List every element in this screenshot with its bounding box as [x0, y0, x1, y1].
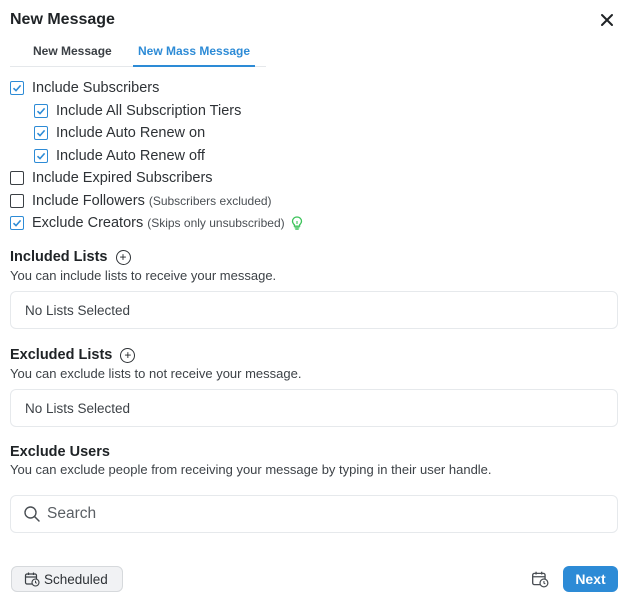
included-lists-empty-text: No Lists Selected — [25, 302, 131, 318]
active-tab-indicator — [133, 65, 255, 67]
next-button[interactable]: Next — [563, 566, 618, 592]
option-auto-renew-off[interactable]: Include Auto Renew off — [34, 148, 205, 164]
expired-subscribers-label: Include Expired Subscribers — [32, 170, 213, 186]
exclude-creators-checkbox[interactable] — [10, 216, 24, 230]
expired-subscribers-checkbox[interactable] — [10, 171, 24, 185]
calendar-clock-icon — [24, 572, 40, 587]
check-icon — [36, 129, 46, 137]
option-auto-renew-on[interactable]: Include Auto Renew on — [34, 125, 205, 141]
included-lists-box[interactable]: No Lists Selected — [10, 291, 618, 329]
add-excluded-list-button[interactable]: + — [120, 347, 136, 363]
excluded-lists-heading: Excluded Lists + — [10, 347, 136, 363]
option-include-subscribers[interactable]: Include Subscribers — [10, 80, 159, 96]
exclude-creators-label: Exclude Creators — [32, 215, 144, 231]
included-lists-heading: Included Lists + — [10, 249, 131, 265]
include-subscribers-label: Include Subscribers — [32, 80, 160, 96]
add-included-list-button[interactable]: + — [115, 249, 131, 265]
included-lists-title: Included Lists — [10, 249, 108, 265]
auto-renew-on-label: Include Auto Renew on — [56, 125, 206, 141]
message-tabs: New Message New Mass Message — [10, 40, 266, 67]
excluded-lists-box[interactable]: No Lists Selected — [10, 389, 618, 427]
all-tiers-label: Include All Subscription Tiers — [56, 103, 242, 119]
exclude-users-search[interactable] — [10, 495, 618, 533]
exclude-users-title: Exclude Users — [10, 444, 110, 460]
exclude-users-description: You can exclude people from receiving yo… — [10, 462, 492, 477]
option-expired-subscribers[interactable]: Include Expired Subscribers — [10, 170, 213, 186]
check-icon — [12, 219, 22, 227]
check-icon — [12, 84, 22, 92]
option-exclude-creators[interactable]: Exclude Creators (Skips only unsubscribe… — [10, 215, 303, 231]
scheduled-button[interactable]: Scheduled — [11, 566, 123, 592]
dialog-title: New Message — [10, 11, 115, 28]
tab-new-mass-message[interactable]: New Mass Message — [138, 44, 250, 58]
followers-note: (Subscribers excluded) — [148, 194, 272, 208]
all-tiers-checkbox[interactable] — [34, 104, 48, 118]
included-lists-description: You can include lists to receive your me… — [10, 268, 277, 283]
check-icon — [36, 107, 46, 115]
close-icon[interactable] — [598, 11, 616, 29]
excluded-lists-title: Excluded Lists — [10, 347, 113, 363]
search-input[interactable] — [47, 505, 547, 523]
auto-renew-on-checkbox[interactable] — [34, 126, 48, 140]
schedule-calendar-icon[interactable] — [531, 570, 549, 588]
followers-checkbox[interactable] — [10, 194, 24, 208]
search-icon — [24, 506, 40, 522]
auto-renew-off-label: Include Auto Renew off — [56, 148, 205, 164]
lightbulb-icon[interactable] — [291, 216, 303, 230]
exclude-creators-note: (Skips only unsubscribed) — [147, 216, 285, 230]
exclude-users-heading: Exclude Users — [10, 444, 110, 460]
option-all-tiers[interactable]: Include All Subscription Tiers — [34, 103, 241, 119]
include-subscribers-checkbox[interactable] — [10, 81, 24, 95]
tab-new-message[interactable]: New Message — [33, 44, 112, 58]
excluded-lists-empty-text: No Lists Selected — [25, 400, 131, 416]
auto-renew-off-checkbox[interactable] — [34, 149, 48, 163]
scheduled-label: Scheduled — [44, 571, 108, 587]
option-followers[interactable]: Include Followers (Subscribers excluded) — [10, 193, 272, 209]
followers-label: Include Followers — [32, 193, 145, 209]
excluded-lists-description: You can exclude lists to not receive you… — [10, 366, 302, 381]
check-icon — [36, 152, 46, 160]
